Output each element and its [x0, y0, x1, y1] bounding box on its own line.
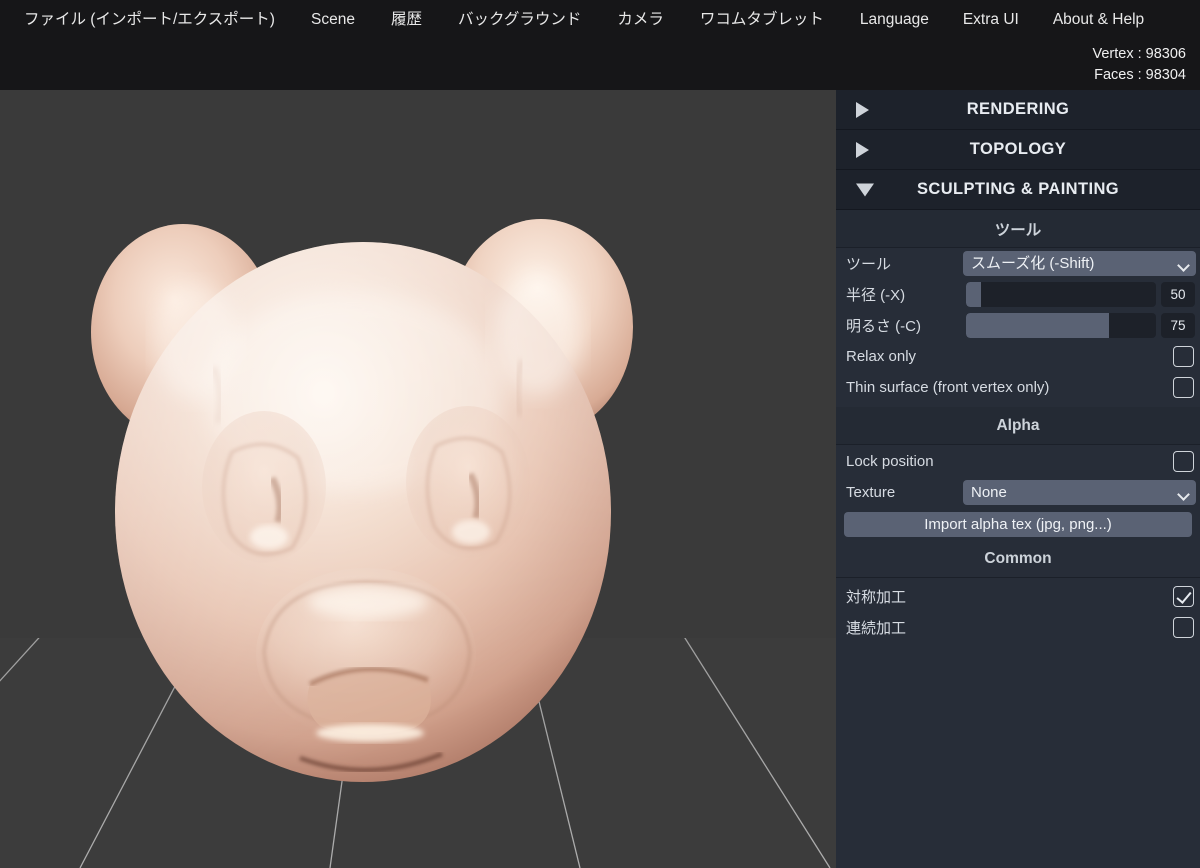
lock-position-checkbox[interactable] [1173, 450, 1194, 472]
radius-slider[interactable] [966, 282, 1156, 307]
intensity-slider[interactable] [966, 313, 1156, 338]
subheader-common: Common [836, 540, 1200, 578]
row-import-alpha: Import alpha tex (jpg, png...) [836, 508, 1200, 540]
menu-language[interactable]: Language [860, 8, 963, 32]
thin-surface-label: Thin surface (front vertex only) [846, 379, 1050, 396]
section-title-topology: TOPOLOGY [969, 140, 1067, 158]
symmetry-checkbox[interactable] [1173, 586, 1194, 607]
relax-only-label: Relax only [846, 348, 917, 365]
texture-label: Texture [846, 484, 896, 501]
row-thin-surface: Thin surface (front vertex only) [836, 372, 1200, 403]
section-title-sculpting-painting: SCULPTING & PAINTING [916, 180, 1120, 198]
intensity-label: 明るさ (-C) [846, 318, 921, 335]
texture-select[interactable]: None [963, 480, 1196, 505]
texture-select-wrap: None [963, 480, 1196, 505]
section-header-rendering[interactable]: RENDERING [836, 90, 1200, 130]
triangle-down-icon [856, 183, 874, 196]
intensity-value[interactable]: 75 [1161, 313, 1195, 338]
relax-only-checkbox[interactable] [1173, 346, 1194, 367]
app-root: ファイル (インポート/エクスポート) Scene 履歴 バックグラウンド カメ… [0, 0, 1200, 868]
row-tool: ツール スムーズ化 (-Shift) [836, 248, 1200, 279]
menu-file[interactable]: ファイル (インポート/エクスポート) [24, 8, 311, 32]
menu-about-help[interactable]: About & Help [1053, 8, 1168, 32]
radius-value[interactable]: 50 [1161, 282, 1195, 307]
subheader-alpha: Alpha [836, 407, 1200, 445]
radius-label: 半径 (-X) [846, 287, 906, 304]
row-relax-only: Relax only [836, 341, 1200, 372]
menu-background[interactable]: バックグラウンド [458, 8, 617, 32]
tool-group: ツール スムーズ化 (-Shift) 半径 (-X) 50 明るさ (-C) 7… [836, 248, 1200, 403]
menu-scene[interactable]: Scene [311, 8, 391, 32]
top-menu-bar: ファイル (インポート/エクスポート) Scene 履歴 バックグラウンド カメ… [0, 0, 1200, 90]
import-alpha-tex-button[interactable]: Import alpha tex (jpg, png...) [844, 511, 1192, 537]
tool-select[interactable]: スムーズ化 (-Shift) [963, 251, 1196, 276]
continuous-label: 連続加工 [846, 620, 907, 637]
tool-label: ツール [846, 256, 892, 273]
symmetry-label: 対称加工 [846, 589, 907, 606]
model-render [91, 219, 633, 782]
row-texture: Texture None [836, 477, 1200, 508]
row-radius: 半径 (-X) 50 [836, 279, 1200, 310]
triangle-right-icon [856, 101, 869, 118]
radius-slider-fill [966, 282, 982, 307]
menu-extra-ui[interactable]: Extra UI [963, 8, 1053, 32]
bear-head-sculpt-model[interactable] [86, 182, 656, 802]
triangle-right-icon [856, 141, 869, 158]
row-lock-position: Lock position [836, 445, 1200, 477]
section-header-topology[interactable]: TOPOLOGY [836, 130, 1200, 170]
menu-item-list: ファイル (インポート/エクスポート) Scene 履歴 バックグラウンド カメ… [0, 0, 1200, 40]
section-header-sculpting-painting[interactable]: SCULPTING & PAINTING [836, 170, 1200, 210]
menu-wacom-tablet[interactable]: ワコムタブレット [700, 8, 860, 32]
row-symmetry: 対称加工 [836, 581, 1200, 612]
continuous-checkbox[interactable] [1173, 617, 1194, 638]
thin-surface-checkbox[interactable] [1173, 377, 1194, 398]
head-specular-overlay [115, 242, 611, 782]
menu-camera[interactable]: カメラ [617, 8, 700, 32]
section-title-rendering: RENDERING [966, 100, 1070, 118]
faces-count: Faces : 98304 [1094, 67, 1186, 83]
row-continuous: 連続加工 [836, 612, 1200, 643]
intensity-slider-fill [966, 313, 1109, 338]
right-properties-panel: RENDERING TOPOLOGY SCULPTING & PAINTING … [836, 90, 1200, 868]
alpha-group: Lock position Texture None Import alpha … [836, 445, 1200, 540]
lock-position-label: Lock position [846, 452, 934, 470]
3d-viewport[interactable] [0, 90, 836, 868]
subheader-tool: ツール [836, 210, 1200, 248]
tool-select-wrap: スムーズ化 (-Shift) [963, 251, 1196, 276]
row-intensity: 明るさ (-C) 75 [836, 310, 1200, 341]
menu-history[interactable]: 履歴 [391, 8, 458, 32]
vertex-count: Vertex : 98306 [1092, 46, 1186, 62]
common-group: 対称加工 連続加工 [836, 581, 1200, 643]
mesh-stats: Vertex : 98306 Faces : 98304 [1092, 44, 1186, 86]
